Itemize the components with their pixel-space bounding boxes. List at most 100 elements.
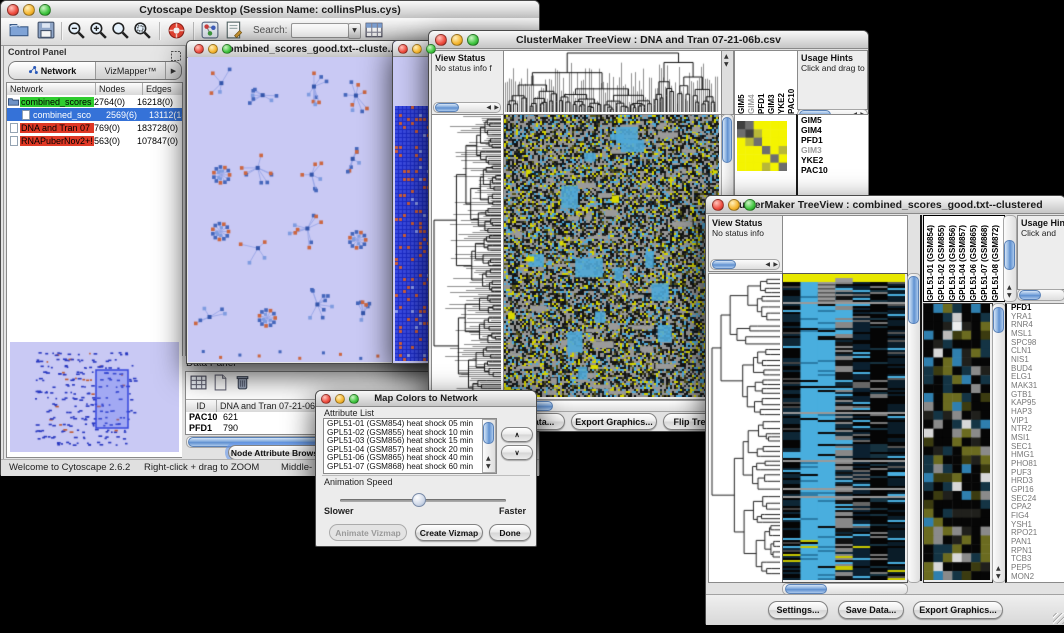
close-icon[interactable] bbox=[7, 4, 19, 16]
usage-hscrollbar[interactable] bbox=[1017, 289, 1064, 301]
move-up-button[interactable]: ∧ bbox=[501, 427, 533, 442]
attribute-table-icon[interactable] bbox=[190, 374, 207, 396]
resize-grip[interactable] bbox=[1053, 613, 1064, 624]
scroll-right-icon[interactable]: ▶ bbox=[494, 104, 499, 112]
column-header-nodes[interactable]: Nodes bbox=[96, 83, 143, 95]
close-icon[interactable] bbox=[194, 44, 204, 54]
tab-overflow-arrow[interactable]: ▶ bbox=[166, 62, 181, 79]
zoom-window-icon[interactable] bbox=[744, 199, 756, 211]
heatmap-canvas[interactable] bbox=[783, 274, 905, 580]
status-hscrollbar[interactable]: ◀ ▶ bbox=[433, 102, 501, 113]
zoom-window-icon[interactable] bbox=[39, 4, 51, 16]
scroll-thumb[interactable] bbox=[908, 276, 919, 324]
list-vscrollbar[interactable]: ▲ ▼ bbox=[482, 419, 496, 473]
table-row[interactable]: DNA and Tran 07769(0)183728(0) bbox=[7, 121, 182, 134]
scroll-thumb[interactable] bbox=[722, 117, 732, 163]
settings-button[interactable]: Settings... bbox=[768, 601, 828, 619]
scroll-thumb[interactable] bbox=[1019, 290, 1041, 300]
row-id: PFD1 bbox=[186, 423, 219, 433]
list-item[interactable]: GPL51-02 (GSM855) heat shock 10 min bbox=[324, 429, 484, 438]
animate-vizmap-button[interactable]: Animate Vizmap bbox=[329, 524, 407, 541]
list-item[interactable]: GPL51-01 (GSM854) heat shock 05 min bbox=[324, 420, 484, 429]
scroll-up-icon[interactable]: ▲ bbox=[996, 565, 1001, 573]
search-dropdown-icon[interactable]: ▼ bbox=[348, 23, 361, 39]
zoom-fit-icon[interactable] bbox=[111, 21, 131, 41]
list-item[interactable]: GPL51-04 (GSM857) heat shock 20 min bbox=[324, 446, 484, 455]
treeview1-titlebar[interactable]: ClusterMaker TreeView : DNA and Tran 07-… bbox=[429, 31, 868, 49]
scroll-thumb[interactable] bbox=[993, 307, 1004, 333]
scroll-left-icon[interactable]: ◀ bbox=[765, 261, 770, 269]
close-icon[interactable] bbox=[712, 199, 724, 211]
search-input[interactable] bbox=[291, 23, 349, 38]
row-dendrogram-canvas[interactable] bbox=[709, 274, 780, 580]
zoom-window-icon[interactable] bbox=[467, 34, 479, 46]
close-icon[interactable] bbox=[321, 394, 331, 404]
export-graphics-button[interactable]: Export Graphics... bbox=[913, 601, 1003, 619]
zoom-selected-icon[interactable] bbox=[133, 21, 153, 41]
scroll-thumb[interactable] bbox=[785, 584, 827, 594]
done-button[interactable]: Done bbox=[489, 524, 531, 541]
zoom-in-icon[interactable] bbox=[89, 21, 109, 41]
list-item[interactable]: GPL51-03 (GSM856) heat shock 15 min bbox=[324, 437, 484, 446]
list-item[interactable]: GPL51-06 (GSM865) heat shock 40 min bbox=[324, 454, 484, 463]
delete-attribute-trash-icon[interactable] bbox=[234, 374, 251, 396]
new-attribute-icon[interactable] bbox=[212, 374, 229, 396]
scroll-thumb[interactable] bbox=[483, 422, 494, 444]
row-dendrogram-canvas[interactable] bbox=[432, 115, 501, 397]
scroll-right-icon[interactable]: ▶ bbox=[773, 261, 778, 269]
close-icon[interactable] bbox=[435, 34, 447, 46]
scroll-down-icon[interactable]: ▼ bbox=[724, 61, 729, 69]
save-session-icon[interactable] bbox=[37, 21, 57, 41]
minimize-icon[interactable] bbox=[451, 34, 463, 46]
save-data-button[interactable]: Save Data... bbox=[838, 601, 904, 619]
minimize-icon[interactable] bbox=[335, 394, 345, 404]
close-icon[interactable] bbox=[398, 44, 408, 54]
zoom-vscrollbar[interactable]: ▲ ▼ bbox=[992, 303, 1006, 583]
main-titlebar[interactable]: Cytoscape Desktop (Session Name: collins… bbox=[1, 1, 539, 19]
status-hscrollbar[interactable]: ◀ ▶ bbox=[710, 259, 780, 270]
scroll-up-icon[interactable]: ▲ bbox=[486, 455, 491, 463]
table-row[interactable]: combined_sco2569(6)13112(15) bbox=[7, 108, 182, 121]
column-header-edges[interactable]: Edges bbox=[143, 83, 182, 95]
slider-thumb[interactable] bbox=[412, 493, 426, 507]
scroll-thumb[interactable] bbox=[435, 103, 459, 112]
scroll-down-icon[interactable]: ▼ bbox=[486, 463, 491, 471]
column-header-network[interactable]: Network bbox=[7, 83, 96, 95]
table-row[interactable]: RNAPuberNov2+!563(0)107847(0) bbox=[7, 134, 182, 147]
table-row[interactable]: combined_scores2764(0)16218(0) bbox=[7, 95, 182, 108]
minimize-icon[interactable] bbox=[208, 44, 218, 54]
zoom-window-icon[interactable] bbox=[349, 394, 359, 404]
tab-vizmapper[interactable]: VizMapper™ bbox=[96, 62, 166, 79]
labels-vscrollbar[interactable]: ▲ ▼ bbox=[1003, 215, 1017, 302]
node-attribute-browser-button[interactable]: Node Attribute Brows... bbox=[228, 445, 328, 460]
help-lifering-icon[interactable] bbox=[167, 21, 187, 41]
zoom-heatmap-canvas[interactable] bbox=[924, 304, 990, 580]
create-vizmap-button[interactable]: Create Vizmap bbox=[415, 524, 483, 541]
treeview2-titlebar[interactable]: ClusterMaker TreeView : combined_scores_… bbox=[706, 196, 1064, 214]
heatmap-canvas[interactable] bbox=[504, 115, 719, 397]
attribute-browser-icon[interactable] bbox=[365, 21, 385, 41]
zoom-out-icon[interactable] bbox=[67, 21, 87, 41]
network-overview[interactable] bbox=[10, 342, 179, 452]
vizmapper-icon[interactable] bbox=[201, 21, 221, 41]
scroll-thumb[interactable] bbox=[712, 260, 736, 269]
tab-network[interactable]: Network bbox=[9, 62, 96, 79]
scroll-down-icon[interactable]: ▼ bbox=[1007, 292, 1012, 300]
correlation-heatmap-canvas[interactable] bbox=[737, 121, 787, 171]
scroll-down-icon[interactable]: ▼ bbox=[996, 573, 1001, 581]
heatmap-vscrollbar[interactable] bbox=[907, 273, 921, 583]
scroll-up-icon[interactable]: ▲ bbox=[724, 53, 729, 61]
minimize-icon[interactable] bbox=[23, 4, 35, 16]
list-item[interactable]: GPL51-07 (GSM868) heat shock 60 min bbox=[324, 463, 484, 472]
minimize-icon[interactable] bbox=[728, 199, 740, 211]
zoom-window-icon[interactable] bbox=[222, 44, 232, 54]
scroll-up-icon[interactable]: ▲ bbox=[1007, 284, 1012, 292]
annotation-icon[interactable] bbox=[225, 21, 245, 41]
move-down-button[interactable]: ∨ bbox=[501, 445, 533, 460]
minimize-icon[interactable] bbox=[412, 44, 422, 54]
scroll-thumb[interactable] bbox=[1004, 240, 1015, 270]
scroll-left-icon[interactable]: ◀ bbox=[486, 104, 491, 112]
export-graphics-button[interactable]: Export Graphics... bbox=[571, 413, 657, 430]
dialog-titlebar[interactable]: Map Colors to Network bbox=[316, 391, 536, 407]
open-file-icon[interactable] bbox=[9, 21, 29, 41]
